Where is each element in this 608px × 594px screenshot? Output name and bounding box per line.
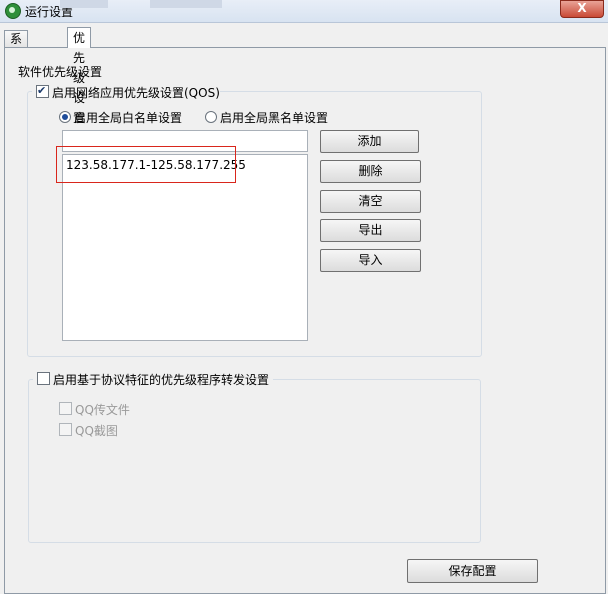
title-bar-decoration (60, 0, 108, 8)
section-title: 软件优先级设置 (18, 65, 103, 79)
whitelist-label: 启用全局白名单设置 (74, 111, 183, 125)
export-button[interactable]: 导出 (320, 219, 421, 242)
qq-file-transfer-label: QQ传文件 (75, 403, 130, 417)
qq-screenshot-checkbox[interactable] (59, 423, 72, 436)
qos-enable-checkbox[interactable] (36, 84, 49, 98)
title-bar-decoration (150, 0, 222, 8)
clear-button[interactable]: 清空 (320, 190, 421, 213)
protocol-enable-checkbox[interactable] (37, 372, 50, 385)
tab-system-settings[interactable]: 系统设置 (4, 30, 29, 97)
whitelist-radio[interactable] (59, 111, 71, 123)
app-icon (5, 3, 21, 19)
annotation-highlight-box (56, 146, 236, 183)
tab-priority-settings[interactable]: 优先级设置 (67, 27, 92, 125)
title-bar: 运行设置 X (0, 0, 608, 23)
delete-button[interactable]: 删除 (320, 160, 421, 183)
blacklist-radio[interactable] (205, 111, 217, 123)
blacklist-label: 启用全局黑名单设置 (220, 111, 329, 125)
qq-screenshot-label: QQ截图 (75, 424, 118, 438)
add-button[interactable]: 添加 (320, 130, 419, 153)
close-button[interactable]: X (560, 0, 604, 18)
qq-file-transfer-checkbox[interactable] (59, 402, 72, 415)
import-button[interactable]: 导入 (320, 249, 421, 272)
save-config-button[interactable]: 保存配置 (407, 559, 538, 583)
protocol-enable-label: 启用基于协议特征的优先级程序转发设置 (53, 373, 270, 387)
